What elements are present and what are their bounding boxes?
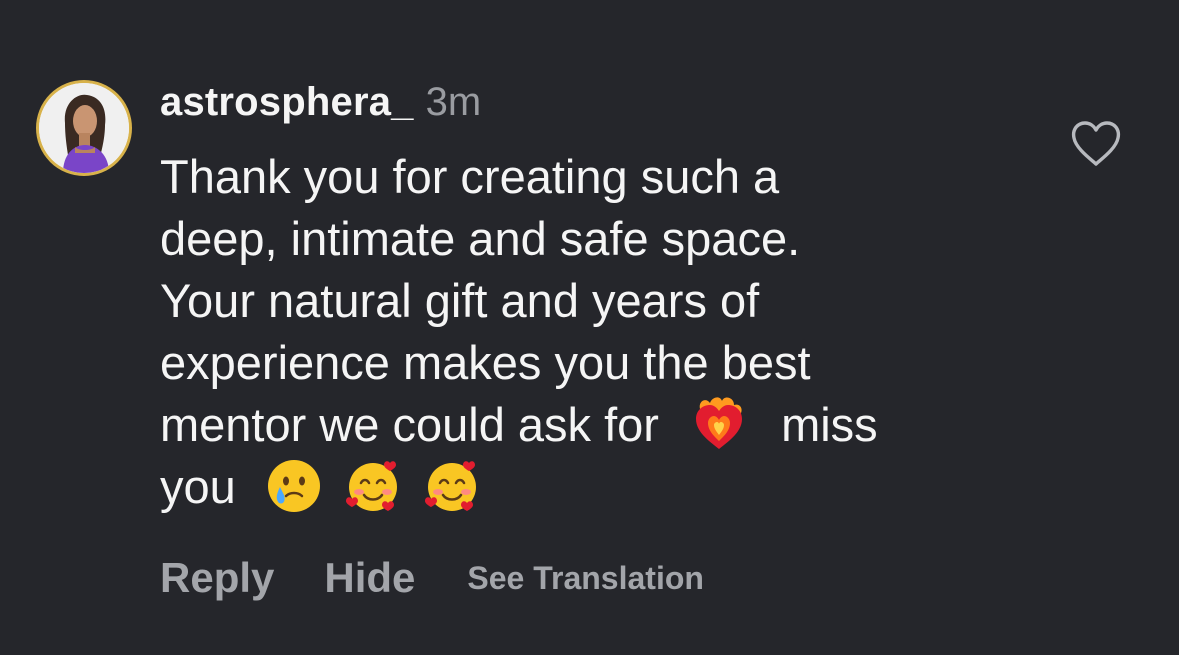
hide-button[interactable]: Hide <box>324 554 415 602</box>
comment-line: Your natural gift and years of <box>160 274 760 327</box>
comment-header: astrosphera_ 3m <box>160 80 481 134</box>
comment: astrosphera_ 3m Thank you for creating s… <box>0 0 1179 655</box>
heart-on-fire-icon <box>690 395 748 453</box>
comment-actions: Reply Hide See Translation <box>160 548 704 608</box>
comment-line-text: you <box>160 460 236 513</box>
comment-line: Thank you for creating such a <box>160 150 780 203</box>
comment-text: Thank you for creating such a deep, inti… <box>160 146 1020 518</box>
avatar[interactable] <box>36 80 132 176</box>
smiling-face-with-hearts-icon <box>344 457 402 515</box>
smiling-face-with-hearts-icon <box>423 457 481 515</box>
comment-line-text: mentor we could ask for <box>160 398 659 451</box>
comment-line: experience makes you the best <box>160 336 811 389</box>
comment-line: mentor we could ask for miss <box>160 394 1020 456</box>
profile-photo <box>39 83 129 173</box>
comment-line-text: miss <box>781 398 878 451</box>
reply-button[interactable]: Reply <box>160 554 274 602</box>
see-translation-button[interactable]: See Translation <box>467 560 704 597</box>
username[interactable]: astrosphera_ <box>160 80 414 125</box>
like-heart-icon[interactable] <box>1068 118 1124 170</box>
comment-line: you <box>160 456 1020 518</box>
face-holding-back-tears-icon <box>265 457 323 515</box>
timestamp: 3m <box>425 80 482 124</box>
comment-line: deep, intimate and safe space. <box>160 212 801 265</box>
